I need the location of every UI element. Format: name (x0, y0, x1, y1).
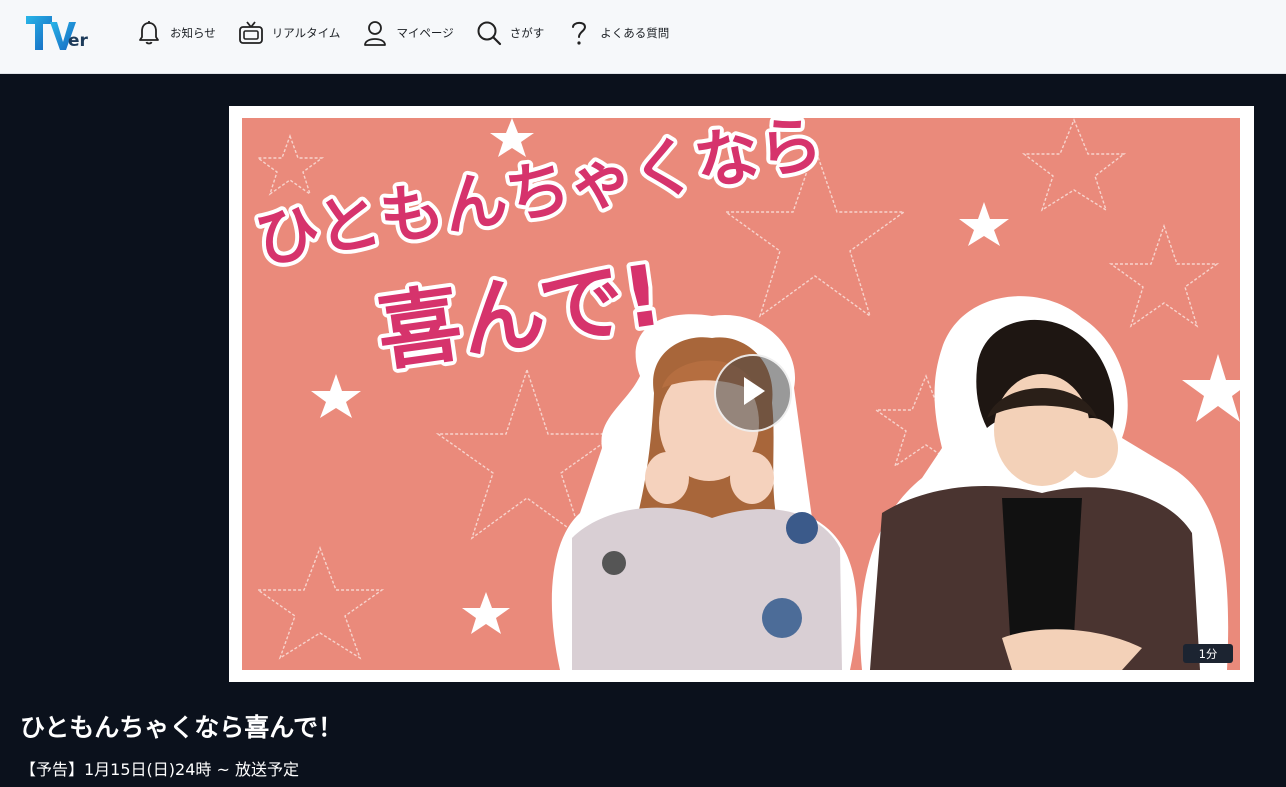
play-button[interactable] (714, 354, 792, 432)
episode-title: ひともんちゃくなら喜んで！ (20, 713, 344, 742)
bell-icon (136, 18, 162, 48)
main-nav: お知らせ リアルタイム マイページ さがす よくある質問 (136, 16, 691, 50)
search-icon (476, 18, 502, 48)
thumb-title-line2: 喜んで! (371, 246, 668, 383)
top-header: er お知らせ リアルタイム マイページ さがす よくある質問 (0, 0, 1286, 74)
duration-badge: 1分 (1183, 644, 1233, 663)
video-player[interactable]: ひともんちゃくなら 喜んで! (229, 106, 1254, 682)
nav-mypage[interactable]: マイページ (362, 16, 454, 50)
episode-subtitle: 【予告】1月15日(日)24時 ~ 放送予定 (20, 760, 299, 779)
tv-icon (238, 18, 264, 48)
nav-notifications-label: お知らせ (170, 26, 216, 40)
nav-faq[interactable]: よくある質問 (566, 16, 669, 50)
nav-search[interactable]: さがす (476, 16, 545, 50)
video-thumbnail[interactable]: ひともんちゃくなら 喜んで! (242, 118, 1240, 670)
nav-realtime-label: リアルタイム (271, 26, 341, 40)
play-icon (738, 374, 768, 412)
svg-text:er: er (68, 31, 89, 51)
thumb-title-line1: ひともんちゃくなら (250, 118, 828, 279)
nav-mypage-label: マイページ (396, 26, 454, 40)
user-icon (362, 18, 388, 48)
nav-notifications[interactable]: お知らせ (136, 16, 216, 50)
help-icon (566, 18, 592, 48)
tver-logo[interactable]: er (24, 12, 98, 54)
tver-logo-graphic: er (26, 16, 89, 51)
nav-faq-label: よくある質問 (600, 26, 670, 40)
nav-realtime[interactable]: リアルタイム (238, 16, 341, 50)
nav-search-label: さがす (509, 26, 545, 40)
